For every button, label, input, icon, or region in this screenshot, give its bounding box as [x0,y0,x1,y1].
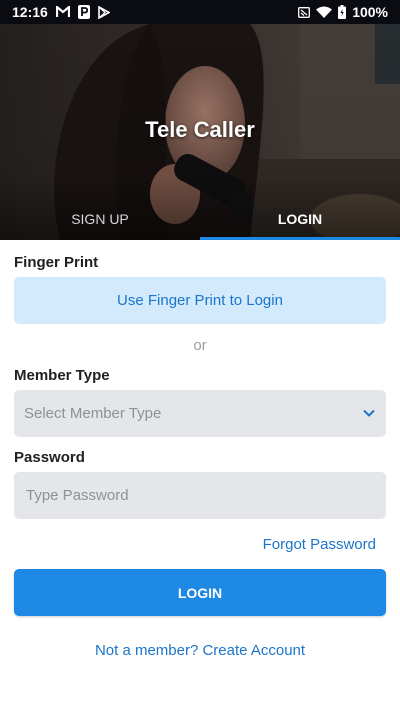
battery-icon [338,5,347,19]
battery-percent: 100% [352,4,388,20]
forgot-password-link[interactable]: Forgot Password [263,536,376,553]
member-type-placeholder: Select Member Type [24,405,162,422]
or-divider-text: or [193,337,207,354]
tab-sign-up[interactable]: SIGN UP [0,208,200,240]
fingerprint-label: Finger Print [14,254,99,271]
create-account-link[interactable]: Not a member? Create Account [0,642,400,659]
header-hero: Tele Caller SIGN UP LOGIN [0,24,400,240]
status-time: 12:16 [12,4,48,20]
status-bar-right: 100% [298,4,388,20]
gmail-icon [55,6,70,18]
chevron-down-icon [362,405,376,422]
cast-icon [298,6,311,18]
tab-login[interactable]: LOGIN [200,208,400,240]
password-input[interactable] [24,486,376,505]
app-title: Tele Caller [145,117,255,142]
member-type-select[interactable]: Select Member Type [14,390,386,437]
wifi-icon [316,6,333,18]
password-field [14,472,386,519]
fingerprint-login-button[interactable]: Use Finger Print to Login [14,277,386,324]
status-bar-left: 12:16 [12,4,110,20]
status-bar: 12:16 100% [0,0,400,24]
auth-tabs: SIGN UP LOGIN [0,208,400,240]
login-button[interactable]: LOGIN [14,569,386,616]
password-label: Password [14,449,85,466]
member-type-label: Member Type [14,367,110,384]
parking-icon [77,5,90,19]
play-store-icon [98,5,110,19]
